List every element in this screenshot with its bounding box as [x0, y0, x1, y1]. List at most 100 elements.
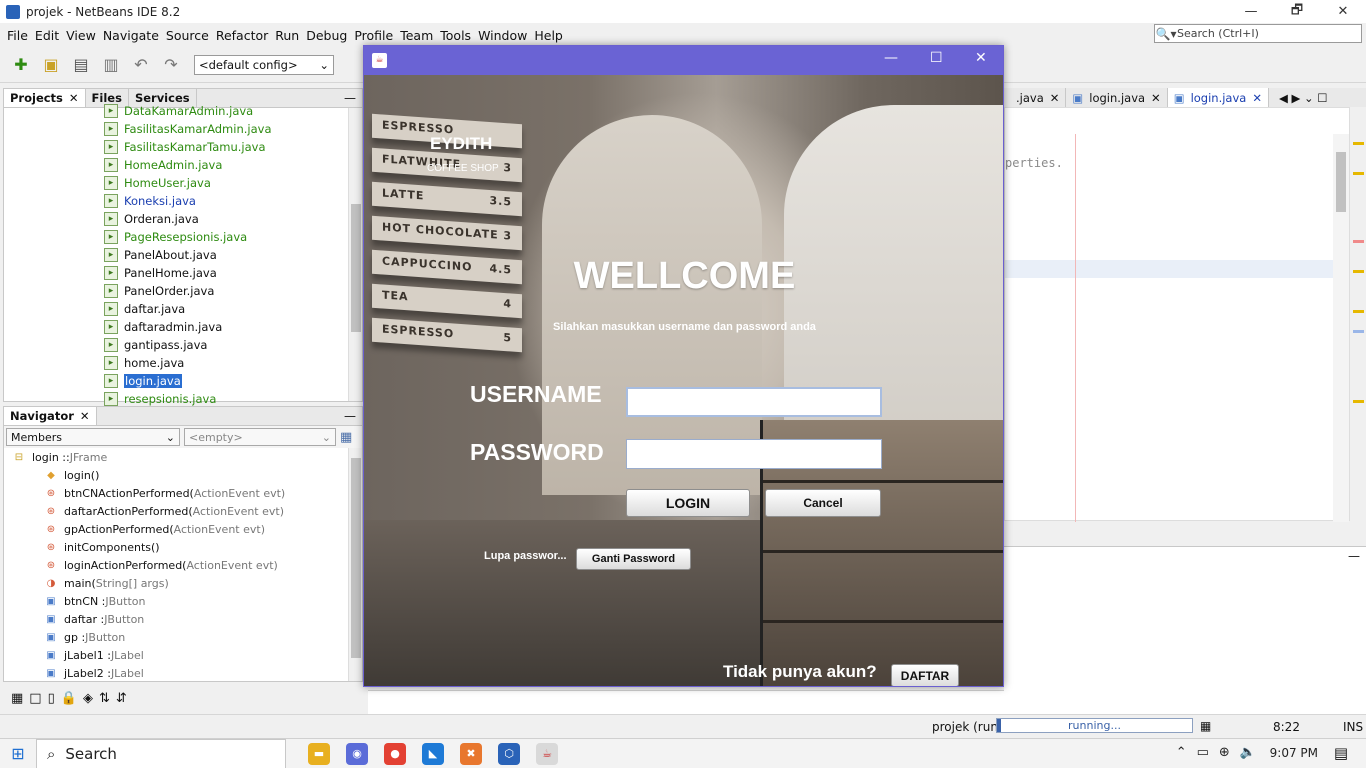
navigator-member[interactable]: ⊟ login :: JFrame — [4, 448, 362, 466]
cancel-button[interactable]: Cancel — [765, 489, 881, 517]
undo-icon[interactable]: ↶ — [128, 52, 154, 78]
project-file[interactable]: ▸ FasilitasKamarAdmin.java — [4, 120, 362, 138]
change-password-button[interactable]: Ganti Password — [576, 548, 691, 570]
search-input[interactable]: Search (Ctrl+I) — [1177, 27, 1259, 40]
menu-profile[interactable]: Profile — [351, 28, 396, 43]
editor-tab[interactable]: ▣ login.java ✕ — [1167, 88, 1269, 107]
redo-icon[interactable]: ↷ — [158, 52, 184, 78]
network-icon[interactable]: ⊕ — [1219, 745, 1230, 760]
navigator-member[interactable]: ⊛ loginActionPerformed(ActionEvent evt) — [4, 556, 362, 574]
menu-window[interactable]: Window — [475, 28, 530, 43]
menu-refactor[interactable]: Refactor — [213, 28, 271, 43]
navigator-member[interactable]: ⊛ gpActionPerformed(ActionEvent evt) — [4, 520, 362, 538]
navigator-member[interactable]: ▣ jLabel2 : JLabel — [4, 664, 362, 682]
file-explorer-icon[interactable]: ▬ — [308, 742, 330, 765]
taskbar-clock[interactable]: 9:07 PM — [1270, 746, 1318, 760]
inner-class-icon[interactable]: ◈ — [83, 691, 93, 706]
project-file[interactable]: ▸ PanelAbout.java — [4, 246, 362, 264]
project-file[interactable]: ▸ Koneksi.java — [4, 192, 362, 210]
code-editor[interactable]: perties. — [1004, 107, 1350, 522]
scrollbar-thumb[interactable] — [351, 204, 361, 332]
close-icon[interactable]: ✕ — [1252, 91, 1262, 105]
battery-icon[interactable]: ▭ — [1197, 745, 1209, 760]
notification-icon[interactable]: ▤ — [1334, 744, 1348, 762]
project-file[interactable]: ▸ PanelHome.java — [4, 264, 362, 282]
filter-combo[interactable]: <empty> ⌄ — [184, 428, 336, 446]
minimize-panel-icon[interactable]: — — [1348, 549, 1360, 563]
copilot-icon[interactable]: ◉ — [346, 742, 368, 765]
navigator-member[interactable]: ▣ gp : JButton — [4, 628, 362, 646]
navigator-member[interactable]: ◆ login() — [4, 466, 362, 484]
menu-team[interactable]: Team — [397, 28, 436, 43]
chevron-up-icon[interactable]: ⌃ — [1176, 745, 1187, 760]
new-file-icon[interactable]: ✚ — [8, 52, 34, 78]
close-icon[interactable]: ✕ — [1151, 91, 1161, 105]
project-file[interactable]: ▸ PageResepsionis.java — [4, 228, 362, 246]
project-file[interactable]: ▸ FasilitasKamarTamu.java — [4, 138, 362, 156]
project-tree-scrollbar[interactable] — [348, 108, 362, 401]
navigator-member[interactable]: ▣ daftar : JButton — [4, 610, 362, 628]
menu-run[interactable]: Run — [272, 28, 302, 43]
project-file[interactable]: ▸ DataKamarAdmin.java — [4, 102, 362, 120]
members-combo[interactable]: Members ⌄ — [6, 428, 180, 446]
editor-tab[interactable]: .java ✕ — [1004, 88, 1067, 107]
minimize-button[interactable]: — — [1228, 0, 1274, 23]
project-file[interactable]: ▸ daftar.java — [4, 300, 362, 318]
search-icon[interactable]: 🔍▾ — [1155, 27, 1177, 41]
vscode-icon[interactable]: ◣ — [422, 742, 444, 765]
netbeans-icon[interactable]: ⬡ — [498, 742, 520, 765]
tab-scroll-arrows-icon[interactable]: ◀ ▶ ⌄ ☐ — [1279, 91, 1328, 105]
navigator-member[interactable]: ⊛ daftarActionPerformed(ActionEvent evt) — [4, 502, 362, 520]
close-button[interactable]: ✕ — [1320, 0, 1366, 23]
menu-help[interactable]: Help — [531, 28, 566, 43]
editor-scrollbar[interactable] — [1333, 134, 1349, 522]
project-file[interactable]: ▸ PanelOrder.java — [4, 282, 362, 300]
windows-start-icon[interactable]: ⊞ — [0, 744, 36, 763]
close-icon[interactable]: ✕ — [1050, 91, 1060, 105]
close-button[interactable]: ✕ — [975, 50, 987, 66]
new-project-icon[interactable]: ▣ — [38, 52, 64, 78]
menu-source[interactable]: Source — [163, 28, 212, 43]
menu-view[interactable]: View — [63, 28, 99, 43]
navigator-scrollbar[interactable] — [348, 448, 362, 681]
java-app-icon[interactable]: ☕ — [536, 742, 558, 765]
tab-navigator[interactable]: Navigator ✕ — [4, 407, 97, 425]
project-file[interactable]: ▸ HomeUser.java — [4, 174, 362, 192]
maximize-button[interactable]: ☐ — [930, 50, 943, 66]
username-input[interactable] — [626, 387, 882, 417]
save-all-icon[interactable]: ▥ — [98, 52, 124, 78]
project-file[interactable]: ▸ Orderan.java — [4, 210, 362, 228]
password-input[interactable] — [626, 439, 882, 469]
fields-filter-icon[interactable]: □ — [29, 691, 41, 706]
static-filter-icon[interactable]: ▯ — [48, 691, 55, 706]
navigator-member[interactable]: ▣ btnCN : JButton — [4, 592, 362, 610]
menu-edit[interactable]: Edit — [32, 28, 62, 43]
xampp-icon[interactable]: ✖ — [460, 742, 482, 765]
navigator-member[interactable]: ◑ main(String[] args) — [4, 574, 362, 592]
restore-button[interactable]: 🗗 — [1274, 0, 1320, 23]
memory-icon[interactable]: ▦ — [1200, 719, 1211, 733]
menu-debug[interactable]: Debug — [303, 28, 350, 43]
inherited-members-icon[interactable]: ▦ — [11, 691, 23, 706]
config-select[interactable]: <default config> ⌄ — [194, 54, 334, 75]
search-box[interactable]: 🔍▾ Search (Ctrl+I) — [1154, 24, 1362, 43]
menu-tools[interactable]: Tools — [437, 28, 474, 43]
sort-by-source-icon[interactable]: ⇵ — [116, 691, 127, 706]
sort-by-name-icon[interactable]: ⇅ — [99, 691, 110, 706]
register-button[interactable]: DAFTAR — [891, 664, 959, 686]
scrollbar-thumb[interactable] — [1336, 152, 1346, 212]
login-button[interactable]: LOGIN — [626, 489, 750, 517]
minimize-button[interactable]: — — [884, 50, 898, 66]
project-file[interactable]: ▸ home.java — [4, 354, 362, 372]
open-project-icon[interactable]: ▤ — [68, 52, 94, 78]
project-file[interactable]: ▸ gantipass.java — [4, 336, 362, 354]
editor-tab[interactable]: ▣ login.java ✕ — [1066, 88, 1168, 107]
menu-navigate[interactable]: Navigate — [100, 28, 162, 43]
project-file[interactable]: ▸ daftaradmin.java — [4, 318, 362, 336]
layout-icon[interactable]: ▦ — [340, 430, 352, 445]
taskbar-search[interactable]: ⌕ Search — [36, 738, 286, 768]
project-file[interactable]: ▸ login.java — [4, 372, 362, 390]
private-filter-icon[interactable]: 🔒 — [61, 691, 77, 706]
scrollbar-thumb[interactable] — [351, 458, 361, 658]
menu-file[interactable]: File — [4, 28, 31, 43]
